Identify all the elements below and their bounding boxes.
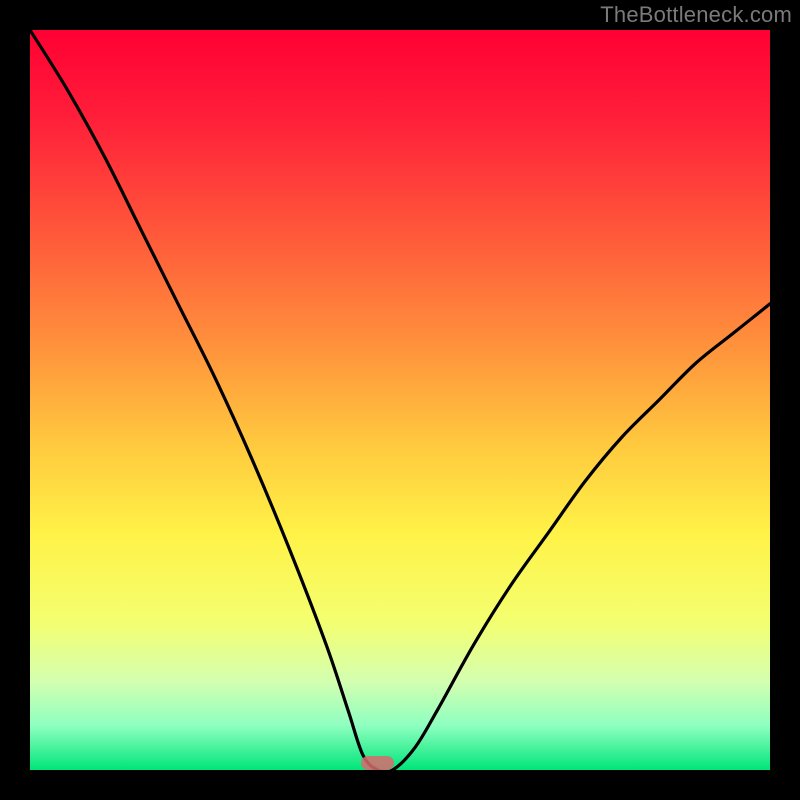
chart-frame: TheBottleneck.com: [0, 0, 800, 800]
optimal-marker: [361, 756, 394, 770]
bottleneck-curve: [30, 30, 770, 770]
plot-area: [30, 30, 770, 770]
watermark-text: TheBottleneck.com: [600, 2, 792, 28]
